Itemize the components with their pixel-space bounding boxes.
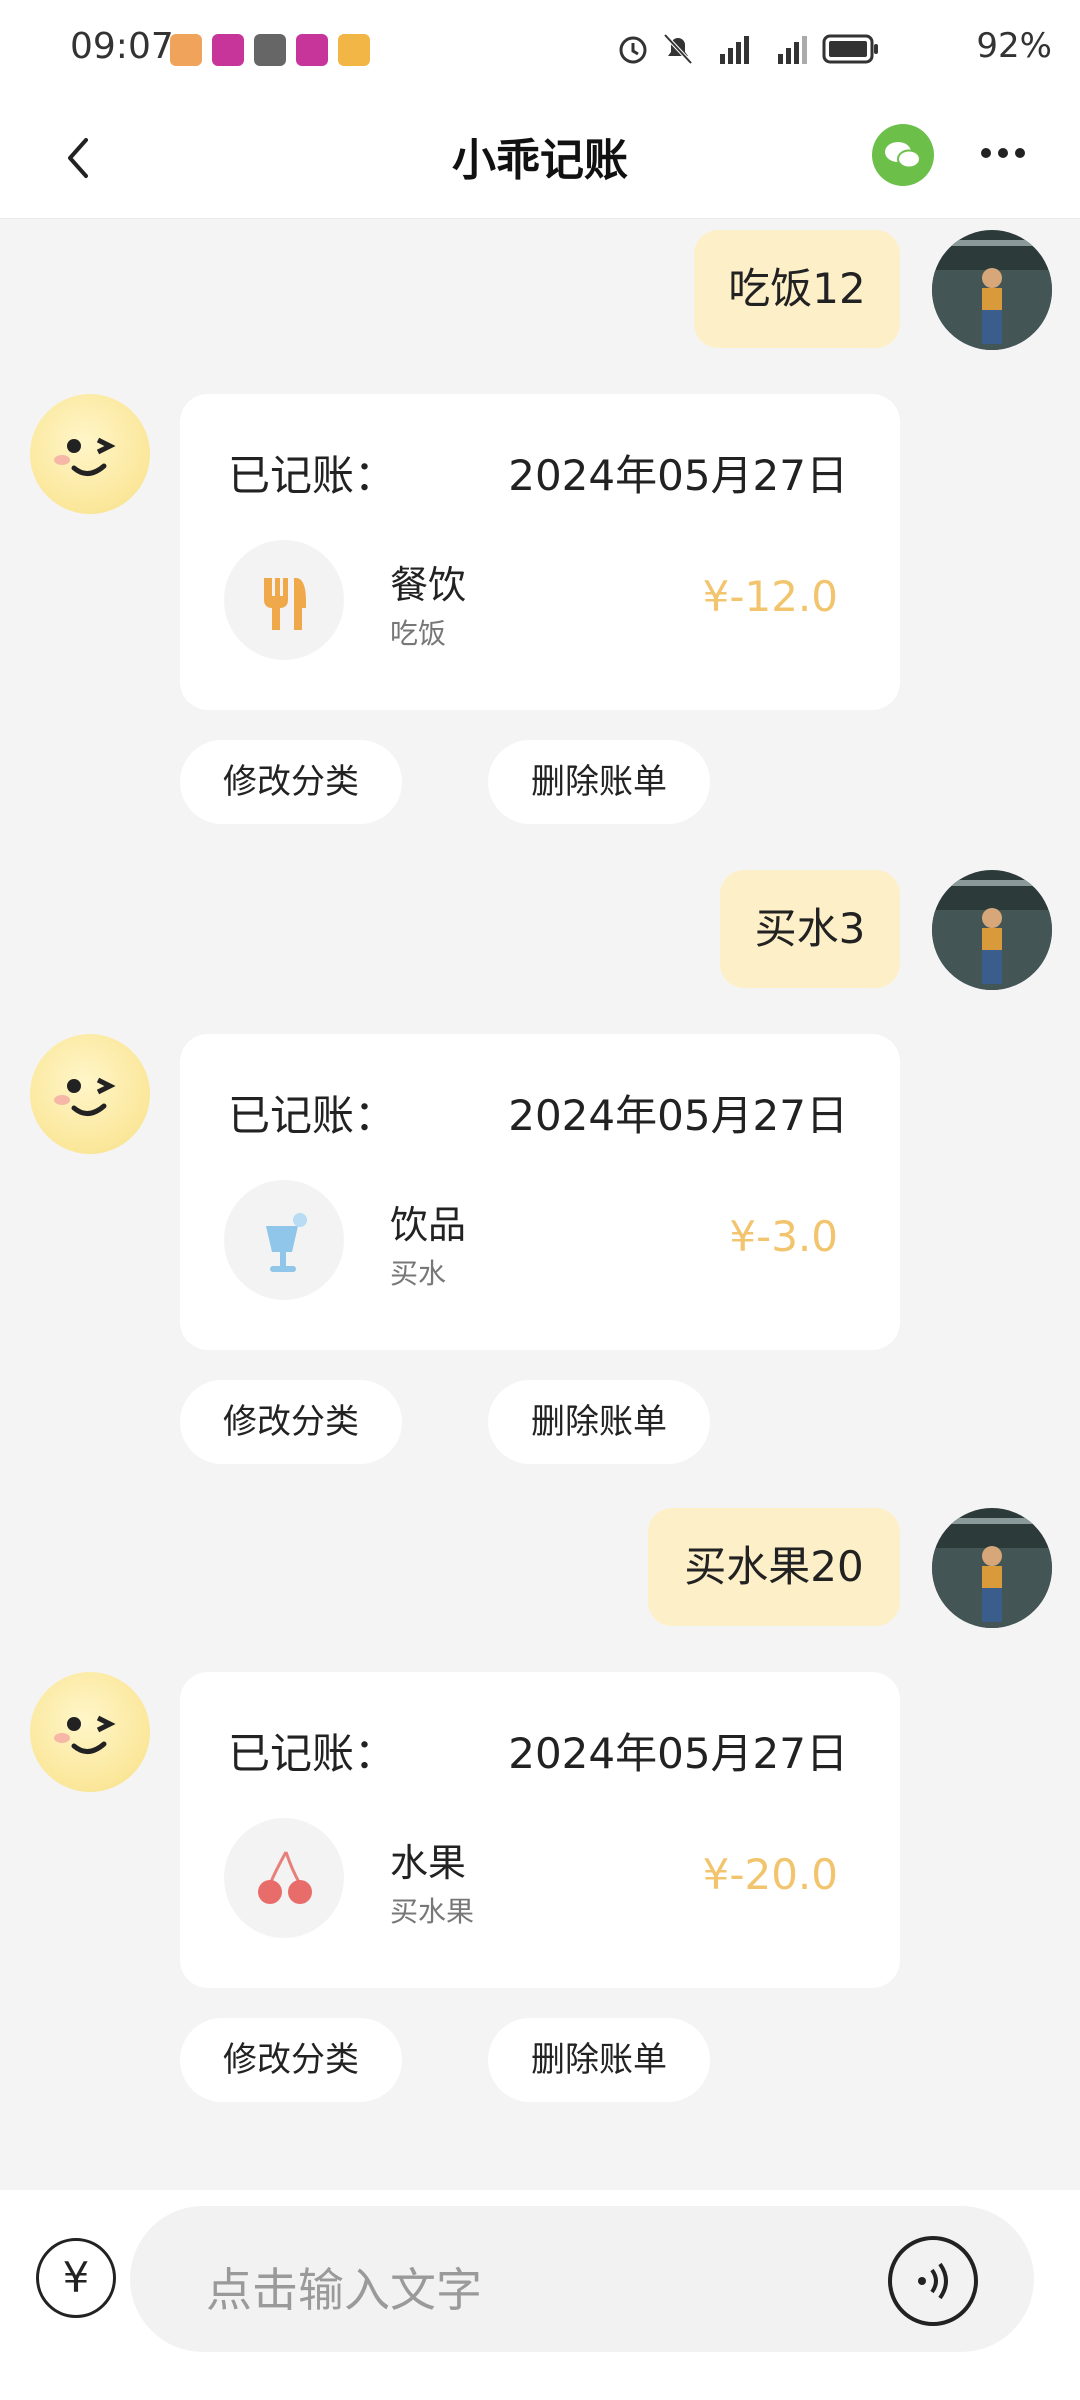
notification-app-icon [338, 34, 370, 66]
record-card: 已记账： 2024年05月27日 水果 买水果 ¥-20.0 [180, 1672, 900, 1988]
user-message-bubble: 吃饭12 [694, 230, 900, 348]
user-avatar[interactable] [932, 1508, 1052, 1628]
user-avatar[interactable] [932, 870, 1052, 990]
delete-bill-button[interactable]: 删除账单 [488, 1380, 710, 1464]
mute-bell-icon [663, 33, 693, 65]
text-input[interactable]: 点击输入文字 [130, 2206, 1034, 2352]
category-note: 吃饭 [390, 617, 447, 650]
edit-category-button[interactable]: 修改分类 [180, 2018, 402, 2102]
wechat-icon [885, 142, 921, 169]
drink-icon [266, 1213, 307, 1272]
user-message-bubble: 买水3 [720, 870, 900, 988]
status-icons [616, 32, 880, 66]
category-note: 买水 [390, 1257, 447, 1290]
card-date: 2024年05月27日 [508, 1729, 848, 1778]
category-note: 买水果 [390, 1895, 475, 1928]
wechat-button[interactable] [872, 124, 934, 186]
wink-face-icon [54, 1715, 116, 1754]
delete-bill-button[interactable]: 删除账单 [488, 2018, 710, 2102]
user-avatar[interactable] [932, 230, 1052, 350]
alarm-icon [619, 36, 647, 64]
category-name: 餐饮 [390, 563, 467, 607]
record-card: 已记账： 2024年05月27日 饮品 买水 ¥-3.0 [180, 1034, 900, 1350]
category-icon-circle [224, 1818, 344, 1938]
voice-wave-icon [918, 2262, 948, 2300]
notification-info-icon [254, 34, 286, 66]
status-time: 09:07 [70, 26, 174, 67]
battery-icon [822, 34, 878, 64]
bot-avatar [30, 1034, 150, 1154]
card-heading: 已记账： [228, 1091, 397, 1140]
bot-avatar [30, 1672, 150, 1792]
fork-knife-icon [264, 578, 306, 630]
edit-category-button[interactable]: 修改分类 [180, 740, 402, 824]
wink-face-icon [54, 437, 116, 476]
category-name: 水果 [390, 1841, 467, 1885]
cherry-icon [258, 1851, 312, 1904]
notification-app-icon [212, 34, 244, 66]
edit-category-button[interactable]: 修改分类 [180, 1380, 402, 1464]
more-button[interactable] [978, 138, 1028, 168]
yen-button[interactable]: ¥ [36, 2238, 116, 2318]
input-placeholder: 点击输入文字 [206, 2263, 482, 2317]
signal-4g-icon [778, 36, 807, 64]
notification-app-icon [170, 34, 202, 66]
bot-avatar [30, 394, 150, 514]
more-dots-icon [981, 148, 1025, 158]
card-date: 2024年05月27日 [508, 1091, 848, 1140]
amount: ¥-3.0 [729, 1212, 838, 1261]
battery-percent: 92% [976, 26, 1052, 66]
voice-button[interactable] [888, 2236, 978, 2326]
card-heading: 已记账： [228, 451, 397, 500]
amount: ¥-20.0 [702, 1850, 838, 1899]
category-icon-circle [224, 540, 344, 660]
amount: ¥-12.0 [702, 572, 838, 621]
notification-app-icon [296, 34, 328, 66]
category-icon-circle [224, 1180, 344, 1300]
category-name: 饮品 [390, 1203, 467, 1247]
delete-bill-button[interactable]: 删除账单 [488, 740, 710, 824]
user-message-bubble: 买水果20 [648, 1508, 900, 1626]
record-card: 已记账： 2024年05月27日 餐饮 吃饭 ¥-12.0 [180, 394, 900, 710]
card-date: 2024年05月27日 [508, 451, 848, 500]
card-heading: 已记账： [228, 1729, 397, 1778]
wink-face-icon [54, 1077, 116, 1116]
signal-4g-icon [720, 36, 749, 64]
